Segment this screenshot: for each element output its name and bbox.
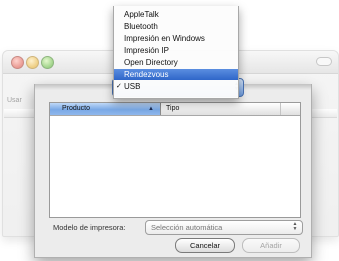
column-header-filler xyxy=(282,103,300,115)
menu-item-windows-printing[interactable]: Impresión en Windows xyxy=(114,33,238,44)
check-icon: ✓ xyxy=(116,83,122,90)
minimize-window-icon[interactable] xyxy=(26,56,39,69)
column-header-producto[interactable]: Producto ▲ xyxy=(50,103,161,115)
menu-item-usb[interactable]: ✓ USB xyxy=(114,81,238,92)
column-header-tipo[interactable]: Tipo xyxy=(160,103,281,115)
zoom-window-icon[interactable] xyxy=(41,56,54,69)
add-button[interactable]: Añadir xyxy=(242,238,300,253)
menu-item-label: USB xyxy=(124,82,141,91)
cancel-button[interactable]: Cancelar xyxy=(175,238,235,253)
printer-table[interactable]: Producto ▲ Tipo xyxy=(49,102,301,218)
menu-item-bluetooth[interactable]: Bluetooth xyxy=(114,21,238,32)
close-window-icon[interactable] xyxy=(11,56,24,69)
connection-type-menu: AppleTalk Bluetooth Impresión en Windows… xyxy=(113,6,239,99)
menu-item-label: Rendezvous xyxy=(124,70,169,79)
printer-model-label: Modelo de impresora: xyxy=(53,223,126,232)
printer-model-value: Selección automática xyxy=(151,223,223,232)
menu-item-label: Open Directory xyxy=(124,58,178,67)
table-header: Producto ▲ Tipo xyxy=(50,103,300,116)
menu-item-open-directory[interactable]: Open Directory xyxy=(114,57,238,68)
column-header-label: Producto xyxy=(62,105,91,112)
column-header-label: Tipo xyxy=(166,105,180,112)
menu-item-ip-printing[interactable]: Impresión IP xyxy=(114,45,238,56)
menu-item-label: Bluetooth xyxy=(124,22,158,31)
printer-model-popup[interactable]: Selección automática ▲ ▼ xyxy=(145,220,303,235)
menu-item-rendezvous[interactable]: Rendezvous xyxy=(114,69,238,80)
sort-ascending-icon: ▲ xyxy=(148,106,154,112)
menu-item-label: AppleTalk xyxy=(124,10,159,19)
menu-item-label: Impresión IP xyxy=(124,46,169,55)
menu-item-appletalk[interactable]: AppleTalk xyxy=(114,9,238,20)
window-label: Usar xyxy=(7,97,22,104)
up-down-arrows-icon: ▲▼ xyxy=(292,221,298,232)
toolbar-toggle-button[interactable] xyxy=(316,57,332,66)
add-printer-sheet: Producto ▲ Tipo Modelo de impresora: Sel… xyxy=(34,84,312,258)
menu-item-label: Impresión en Windows xyxy=(124,34,205,43)
